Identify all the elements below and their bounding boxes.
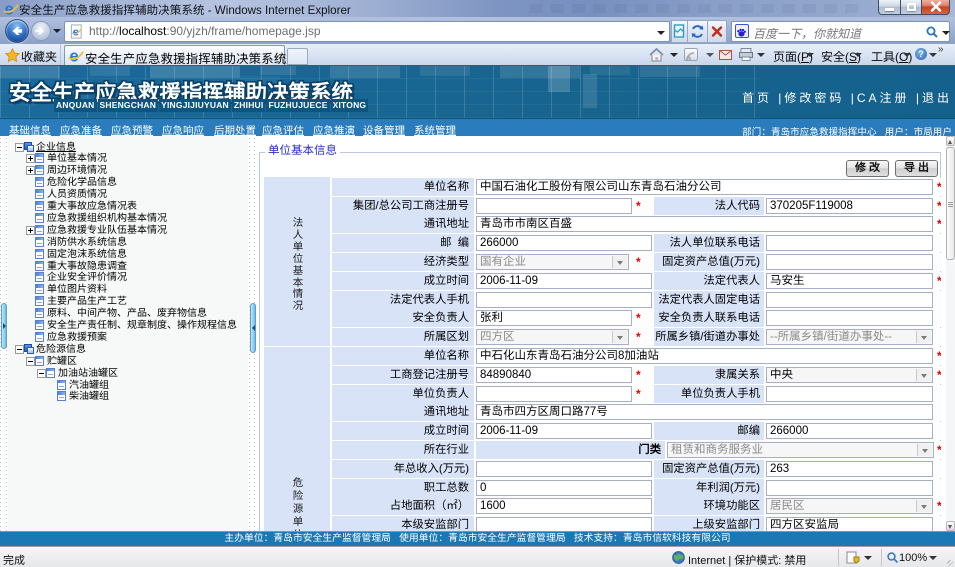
svg-text:e: e — [5, 1, 14, 16]
svg-text:e: e — [70, 48, 79, 63]
